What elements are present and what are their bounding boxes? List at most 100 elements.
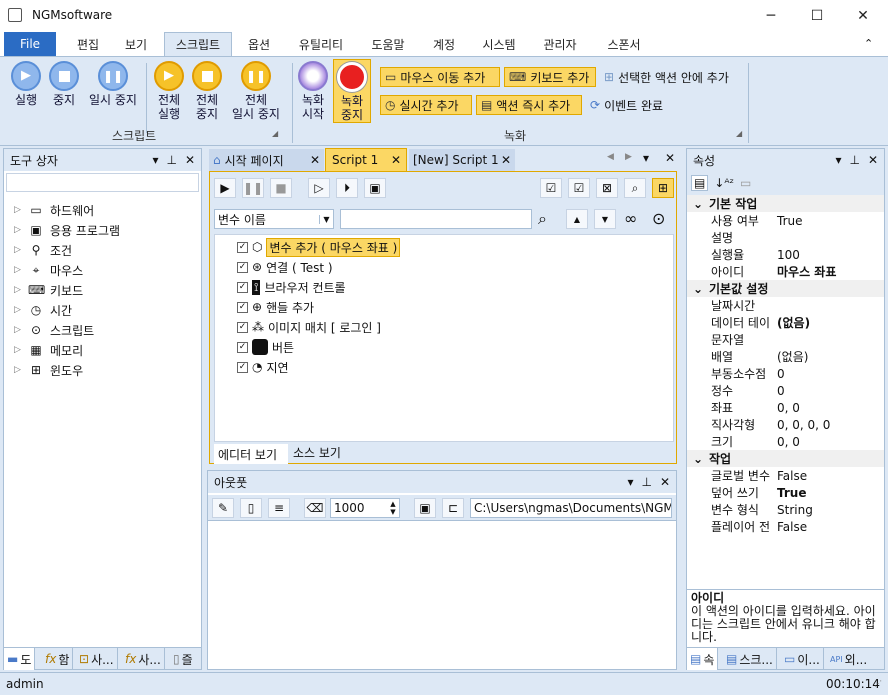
close-tab-icon[interactable]: ✕ <box>310 153 320 167</box>
property-row-expandable[interactable]: 직사각형 0, 0, 0, 0 <box>687 416 884 433</box>
tab-list-icon[interactable]: ▾ <box>643 151 649 165</box>
tab-start-page[interactable]: ⌂ 시작 페이지 ✕ <box>209 149 324 171</box>
checkbox[interactable]: ✓ <box>237 301 248 313</box>
dropdown-icon[interactable]: ▾ <box>152 153 158 167</box>
stop-button[interactable]: 중지 <box>48 61 80 107</box>
more-icon[interactable]: ⊙ <box>652 209 665 228</box>
close-icon[interactable]: ✕ <box>660 475 670 489</box>
property-row-expandable[interactable]: 좌표 0, 0 <box>687 399 884 416</box>
property-row[interactable]: 설명 <box>687 229 884 246</box>
property-pages-icon[interactable]: ▭ <box>740 176 751 190</box>
tab-script-list[interactable]: ▤ 스크... <box>723 648 777 670</box>
eraser-icon[interactable]: ⌫ <box>304 498 326 518</box>
tab-toolbox[interactable]: ▬ 도 <box>4 648 36 670</box>
toolbox-item-window[interactable]: ▷ ⊞ 윈도우 <box>4 360 201 380</box>
tab-images[interactable]: ▭ 이... <box>781 648 824 670</box>
property-row[interactable]: 플레이어 전 False <box>687 518 884 535</box>
add-keyboard-button[interactable]: ⌨ 키보드 추가 <box>504 67 596 87</box>
property-row-expandable[interactable]: 크기 0, 0 <box>687 433 884 450</box>
play-icon[interactable]: ▶ <box>214 178 236 198</box>
property-row[interactable]: 덮어 쓰기 True <box>687 484 884 501</box>
menu-options[interactable]: 옵션 <box>236 32 282 56</box>
checkbox[interactable]: ✓ <box>237 341 248 353</box>
run-here-icon[interactable]: ▣ <box>364 178 386 198</box>
run-to-icon[interactable]: ⏵ <box>336 178 358 198</box>
maximize-button[interactable]: ☐ <box>794 0 840 32</box>
tab-external[interactable]: API 외... <box>827 648 870 670</box>
magic-icon[interactable]: ✎ <box>212 498 234 518</box>
record-start-button[interactable]: 녹화 시작 <box>297 61 329 121</box>
delete-icon[interactable]: ⊠ <box>596 178 618 198</box>
checkbox[interactable]: ✓ <box>237 281 248 293</box>
add-mouse-move-button[interactable]: ▭ 마우스 이동 추가 <box>380 67 500 87</box>
menu-utility[interactable]: 유틸리티 <box>290 32 352 56</box>
menu-view[interactable]: 보기 <box>114 32 158 56</box>
group-expand-icon[interactable]: ◢ <box>736 129 742 138</box>
categorized-icon[interactable]: ▤ <box>691 175 709 191</box>
close-icon[interactable]: ✕ <box>185 153 195 167</box>
minimize-button[interactable]: ─ <box>748 0 794 32</box>
property-row[interactable]: 실행율 100 <box>687 246 884 263</box>
dropdown-icon[interactable]: ▾ <box>627 475 633 489</box>
add-action-now-button[interactable]: ▤ 액션 즉시 추가 <box>476 95 582 115</box>
script-node[interactable]: ✓ ⊛ 연결 ( Test ) <box>237 257 673 277</box>
property-row[interactable]: 정수 0 <box>687 382 884 399</box>
tree-view-icon[interactable]: ⊞ <box>652 178 674 198</box>
toolbox-item-application[interactable]: ▷ ▣ 응용 프로그램 <box>4 220 201 240</box>
toolbox-item-keyboard[interactable]: ▷ ⌨ 키보드 <box>4 280 201 300</box>
property-row[interactable]: 글로벌 변수 False <box>687 467 884 484</box>
search-icon[interactable]: ⌕ <box>624 178 646 198</box>
script-node[interactable]: ✓ ⟟ 브라우저 컨트롤 <box>237 277 673 297</box>
toolbox-item-mouse[interactable]: ▷ ⌖ 마우스 <box>4 260 201 280</box>
folder-icon[interactable]: ⊏ <box>442 498 464 518</box>
stop-icon[interactable]: ■ <box>270 178 292 198</box>
tab-properties[interactable]: ▤ 속 <box>687 648 719 670</box>
pause-all-button[interactable]: ❚❚ 전체 일시 중지 <box>228 61 284 121</box>
event-done-button[interactable]: ⟳ 이벤트 완료 <box>586 95 678 115</box>
script-node[interactable]: ✓ ⬡ 변수 추가 ( 마우스 좌표 ) <box>237 237 673 257</box>
tab-user-functions[interactable]: fx 사... <box>122 648 165 670</box>
pin-icon[interactable]: ⊥ <box>166 153 176 167</box>
menu-account[interactable]: 계정 <box>424 32 464 56</box>
tab-scroll-left-icon[interactable]: ◀ <box>607 152 614 162</box>
sort-alpha-icon[interactable]: ↓ᴬᶻ <box>714 176 734 190</box>
pause-button[interactable]: ❚❚ 일시 중지 <box>86 61 140 107</box>
search-icon[interactable]: ⌕ <box>538 209 547 229</box>
script-node[interactable]: ✓ 버튼 <box>237 337 673 357</box>
save-icon[interactable]: ▣ <box>414 498 436 518</box>
dropdown-icon[interactable]: ▾ <box>835 153 841 167</box>
menu-admin[interactable]: 관리자 <box>534 32 586 56</box>
menu-edit[interactable]: 편집 <box>66 32 110 56</box>
check-icon[interactable]: ☑ <box>568 178 590 198</box>
tab-editor-view[interactable]: 에디터 보기 <box>214 444 288 464</box>
menu-sponsor[interactable]: 스폰서 <box>598 32 650 56</box>
category-default-values[interactable]: ⌄ 기본값 설정 <box>687 280 884 297</box>
output-console[interactable] <box>208 522 676 669</box>
record-stop-button[interactable]: 녹화 중지 <box>333 59 371 123</box>
pin-icon[interactable]: ⊥ <box>641 475 651 489</box>
pause-icon[interactable]: ❚❚ <box>242 178 264 198</box>
category-task[interactable]: ⌄ 작업 <box>687 450 884 467</box>
add-realtime-button[interactable]: ◷ 실시간 추가 <box>380 95 472 115</box>
stop-all-button[interactable]: 전체 중지 <box>190 61 224 121</box>
menu-system[interactable]: 시스템 <box>474 32 524 56</box>
menu-file[interactable]: File <box>4 32 56 56</box>
variable-select[interactable]: 변수 이름 ▼ <box>214 209 334 229</box>
tab-source-view[interactable]: 소스 보기 <box>290 442 350 462</box>
run-button[interactable]: ▶ 실행 <box>10 61 42 107</box>
tab-new-script-1[interactable]: [New] Script 1 ✕ <box>409 149 515 171</box>
toolbox-search-input[interactable] <box>6 173 199 192</box>
property-row[interactable]: 사용 여부 True <box>687 212 884 229</box>
checkbox[interactable]: ✓ <box>237 261 248 273</box>
tab-functions[interactable]: fx 함 <box>42 648 74 670</box>
toolbox-item-memory[interactable]: ▷ ▦ 메모리 <box>4 340 201 360</box>
variable-value-input[interactable] <box>340 209 532 229</box>
checkbox[interactable]: ✓ <box>237 321 248 333</box>
new-page-icon[interactable]: ▯ <box>240 498 262 518</box>
close-tab-icon[interactable]: ✕ <box>501 153 511 167</box>
move-down-icon[interactable]: ▼ <box>594 209 616 229</box>
tab-favorites[interactable]: ▯ 즐 <box>170 648 196 670</box>
line-count-stepper[interactable]: 1000 ▲ ▼ <box>330 498 400 518</box>
toolbox-item-condition[interactable]: ▷ ⚲ 조건 <box>4 240 201 260</box>
script-node[interactable]: ✓ ⊕ 핸들 추가 <box>237 297 673 317</box>
